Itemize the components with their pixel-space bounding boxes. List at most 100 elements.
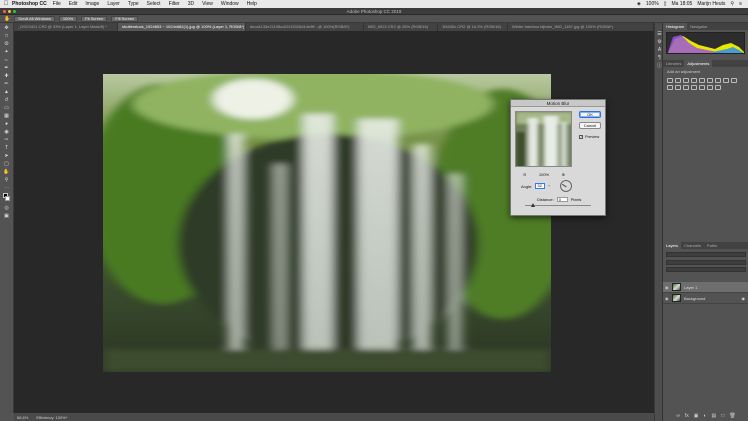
menu-select[interactable]: Select <box>147 1 161 7</box>
healing-icon[interactable]: ✚ <box>2 73 11 79</box>
pen-icon[interactable]: ✑ <box>2 137 11 143</box>
document-canvas-area[interactable] <box>14 31 654 413</box>
menu-window[interactable]: Window <box>221 1 239 7</box>
layer-row-background[interactable]: ◉ Background ◉ <box>663 293 748 304</box>
layer-row-layer-1[interactable]: ◉ Layer 1 <box>663 282 748 293</box>
eraser-icon[interactable]: ▭ <box>2 105 11 111</box>
blend-mode-select[interactable] <box>666 260 746 265</box>
visibility-eye-icon[interactable]: ◉ <box>665 296 669 301</box>
add-mask-icon[interactable]: ▣ <box>694 413 699 419</box>
tab-paths[interactable]: Paths <box>704 242 720 249</box>
stamp-icon[interactable]: ▲ <box>2 89 11 95</box>
layer-style-icon[interactable]: fx <box>685 413 689 419</box>
vibrance-icon[interactable] <box>699 78 705 83</box>
tab-navigator[interactable]: Navigator <box>687 23 710 30</box>
menu-file[interactable]: File <box>53 1 61 7</box>
battery-percent[interactable]: 100% <box>646 1 659 7</box>
battery-icon[interactable]: ▯ <box>664 1 667 7</box>
color-balance-icon[interactable] <box>715 78 721 83</box>
menu-help[interactable]: Help <box>247 1 257 7</box>
quickmask-icon[interactable]: ◎ <box>2 205 11 211</box>
dodge-icon[interactable]: ◉ <box>2 129 11 135</box>
black-white-icon[interactable] <box>723 78 729 83</box>
layer-filter-field[interactable] <box>666 252 746 257</box>
path-select-icon[interactable]: ➤ <box>2 153 11 159</box>
menu-image[interactable]: Image <box>85 1 99 7</box>
efficiency-info[interactable]: Efficiency: 100%* <box>36 415 67 420</box>
distance-input[interactable]: 0 <box>556 197 568 202</box>
marquee-icon[interactable]: □ <box>2 33 11 39</box>
waterfall-image[interactable] <box>103 74 551 372</box>
color-lookup-icon[interactable] <box>675 85 681 90</box>
preview-checkbox[interactable]: ✓ <box>579 134 583 139</box>
tab-channels[interactable]: Channels <box>681 242 704 249</box>
tab-histogram[interactable]: Histogram <box>663 23 688 30</box>
invert-icon[interactable] <box>683 85 689 90</box>
type-icon[interactable]: T <box>2 145 11 151</box>
menu-edit[interactable]: Edit <box>69 1 78 7</box>
menu-type[interactable]: Type <box>128 1 139 7</box>
gradient-icon[interactable]: ▦ <box>2 113 11 119</box>
link-layers-icon[interactable]: ∞ <box>676 413 680 419</box>
slider-handle[interactable] <box>531 203 535 207</box>
new-layer-icon[interactable]: □ <box>721 413 724 419</box>
tab-libraries[interactable]: Libraries <box>663 60 684 67</box>
curves-icon[interactable] <box>683 78 689 83</box>
zoom-in-icon[interactable]: ⊕ <box>562 172 565 177</box>
zoom-100-button[interactable]: 100% <box>58 15 78 22</box>
lock-options-row[interactable] <box>666 267 746 272</box>
tab-layers[interactable]: Layers <box>663 242 682 249</box>
tab-document-6[interactable]: Winter bamboo bijharn_IMG_1187.jpg @ 100… <box>508 23 654 31</box>
colors-icon[interactable] <box>2 193 11 203</box>
wifi-icon[interactable]: ◈ <box>637 1 641 7</box>
scroll-all-windows-button[interactable]: Scroll All Windows <box>14 15 55 22</box>
distance-slider[interactable] <box>525 203 591 207</box>
delete-layer-icon[interactable]: 🗑 <box>729 413 735 419</box>
levels-icon[interactable] <box>675 78 681 83</box>
visibility-eye-icon[interactable]: ◉ <box>665 285 669 290</box>
menu-3d[interactable]: 3D <box>188 1 194 7</box>
clock[interactable]: Ma 18:05 <box>671 1 692 7</box>
tab-document-5[interactable]: 1f4430c.CR2 @ 16,3% (RGB/16) <box>438 23 508 31</box>
menu-filter[interactable]: Filter <box>169 1 180 7</box>
more-icon[interactable]: ⋯ <box>2 185 11 191</box>
menu-layer[interactable]: Layer <box>107 1 120 7</box>
tab-document-4[interactable]: IMG_6022.CR2 @ 25% (RGB/16) <box>364 23 438 31</box>
zoom-level[interactable]: 66,6% <box>17 415 28 420</box>
brightness-icon[interactable] <box>667 78 673 83</box>
angle-input[interactable]: 32 <box>535 183 546 189</box>
menu-view[interactable]: View <box>202 1 213 7</box>
brush-icon[interactable]: ✏ <box>2 81 11 87</box>
hand-icon[interactable]: ✋ <box>2 169 11 175</box>
hand-tool-options-icon[interactable]: ✋ <box>4 16 10 22</box>
new-adjustment-icon[interactable]: ◐ <box>704 413 707 419</box>
crop-icon[interactable]: ⌙ <box>2 57 11 63</box>
angle-dial[interactable] <box>560 180 572 192</box>
zoom-icon[interactable]: ⚲ <box>2 177 11 183</box>
cancel-button[interactable]: Cancel <box>579 122 601 129</box>
eyedropper-icon[interactable]: ✒ <box>2 65 11 71</box>
tab-document-3[interactable]: deca1133e21198cd21f15326d14e9ff...@ 100%… <box>246 23 364 31</box>
lasso-icon[interactable]: ⧀ <box>2 41 11 47</box>
shape-icon[interactable]: ▢ <box>2 161 11 167</box>
screenmode-icon[interactable]: ▣ <box>2 213 11 219</box>
hue-saturation-icon[interactable] <box>707 78 713 83</box>
photo-filter-icon[interactable] <box>731 78 737 83</box>
posterize-icon[interactable] <box>691 85 697 90</box>
blur-icon[interactable]: ● <box>2 121 11 127</box>
selective-color-icon[interactable] <box>715 85 721 90</box>
blur-preview[interactable] <box>515 111 572 167</box>
new-group-icon[interactable]: ▤ <box>712 413 717 419</box>
ok-button[interactable]: OK <box>579 111 601 118</box>
gradient-map-icon[interactable] <box>707 85 713 90</box>
tab-document-1[interactable]: _DSC0421.CR2 @ 33% (Layer 1, Layer Mask/… <box>14 23 118 31</box>
fill-screen-button[interactable]: Fill Screen <box>111 15 139 22</box>
exposure-icon[interactable] <box>691 78 697 83</box>
quick-select-icon[interactable]: ✦ <box>2 49 11 55</box>
zoom-out-icon[interactable]: ⊖ <box>523 172 526 177</box>
history-brush-icon[interactable]: ↺ <box>2 97 11 103</box>
tab-document-2[interactable]: shutterstock_1924653 ~ 1024x682(1).jpg @… <box>118 23 246 31</box>
menu-app-name[interactable]: Photoshop CC <box>12 1 47 7</box>
user-name[interactable]: Marijn Heuts <box>697 1 725 7</box>
tab-adjustments[interactable]: Adjustments <box>684 60 713 67</box>
